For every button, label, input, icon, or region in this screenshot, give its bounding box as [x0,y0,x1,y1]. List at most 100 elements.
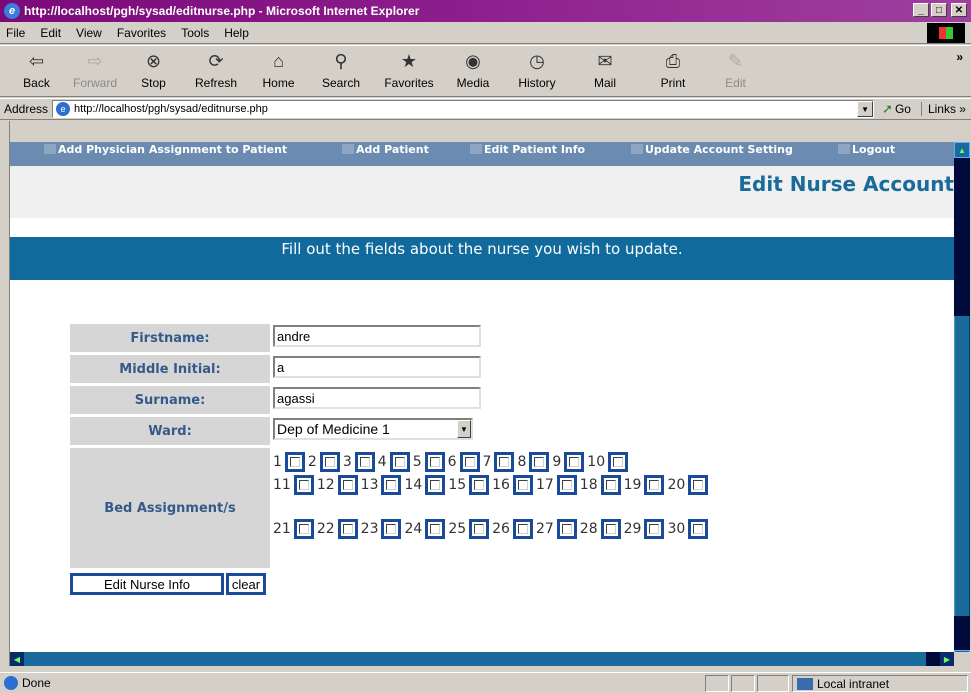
nav-edit-patient-info[interactable]: Edit Patient Info [470,142,585,156]
bed-number: 29 [623,521,642,537]
maximize-button[interactable]: □ [931,3,947,17]
nav-add-patient[interactable]: Add Patient [342,142,429,156]
menu-tools[interactable]: Tools [181,26,209,40]
media-button[interactable]: ◉ Media [443,46,503,96]
nav-add-physician-assignment[interactable]: Add Physician Assignment to Patient [44,142,287,156]
menu-view[interactable]: View [76,26,102,40]
bed-number: 6 [447,454,457,470]
home-label: Home [262,76,295,90]
bed-checkbox[interactable] [512,475,533,495]
status-panel [757,675,789,692]
bed-assignment-label: Bed Assignment/s [70,448,270,568]
edit-nurse-info-button[interactable]: Edit Nurse Info [70,573,224,595]
bed-checkbox[interactable] [556,475,577,495]
ward-dropdown-arrow-icon[interactable]: ▼ [457,420,471,438]
bed-checkbox[interactable] [688,519,709,539]
address-input[interactable]: e http://localhost/pgh/sysad/editnurse.p… [52,100,875,118]
vertical-scrollbar[interactable]: ▲ ▼ [954,142,970,666]
window-titlebar[interactable]: e http://localhost/pgh/sysad/editnurse.p… [0,0,971,22]
edit-label: Edit [725,76,746,90]
bed-checkbox[interactable] [337,519,358,539]
bed-checkbox[interactable] [600,475,621,495]
print-button[interactable]: ⎙ Print [639,46,707,96]
search-button[interactable]: ⚲ Search [307,46,375,96]
bed-number: 5 [412,454,422,470]
bed-checkbox[interactable] [556,519,577,539]
bed-number: 21 [273,521,291,537]
edit-button[interactable]: ✎ Edit [707,46,764,96]
bed-option: 23 [361,519,405,539]
bed-checkbox[interactable] [337,475,358,495]
menu-help[interactable]: Help [224,26,249,40]
links-button[interactable]: Links » [920,102,966,116]
bed-checkbox[interactable] [494,452,515,472]
bed-checkbox[interactable] [644,519,665,539]
bed-checkbox[interactable] [600,519,621,539]
page-viewport: Add Physician Assignment to Patient Add … [10,142,954,666]
bed-checkbox[interactable] [354,452,375,472]
local-intranet-icon [797,677,813,690]
scroll-left-icon[interactable]: ◀ [10,652,24,666]
close-button[interactable]: ✕ [951,3,967,17]
menu-edit[interactable]: Edit [40,26,61,40]
stop-icon: ⊗ [145,50,162,71]
minimize-button[interactable]: _ [913,3,929,17]
nav-update-account-setting[interactable]: Update Account Setting [631,142,793,156]
scroll-up-icon[interactable]: ▲ [954,142,970,158]
bed-checkbox[interactable] [293,475,314,495]
address-bar: Address e http://localhost/pgh/sysad/edi… [0,98,971,120]
status-bar: Done Local intranet [0,672,971,693]
back-button[interactable]: ⇦ Back [8,46,65,96]
surname-input[interactable]: agassi [273,387,481,409]
history-button[interactable]: ◷ History [503,46,571,96]
home-button[interactable]: ⌂ Home [250,46,307,96]
scroll-right-icon[interactable]: ▶ [940,652,954,666]
middle-initial-input[interactable]: a [273,356,481,378]
bed-checkbox[interactable] [644,475,665,495]
menu-file[interactable]: File [6,26,25,40]
address-url: http://localhost/pgh/sysad/editnurse.php [74,103,268,115]
nav-bullet-icon [838,144,850,154]
bed-checkbox[interactable] [608,452,629,472]
address-dropdown-button[interactable]: ▼ [857,101,874,117]
address-label: Address [4,102,49,116]
forward-button[interactable]: ⇨ Forward [65,46,125,96]
vertical-scroll-thumb[interactable] [954,316,970,616]
horizontal-scrollbar[interactable]: ◀ ▶ [10,652,954,666]
menu-favorites[interactable]: Favorites [117,26,166,40]
bed-checkbox[interactable] [389,452,410,472]
bed-checkbox[interactable] [469,519,490,539]
bed-checkbox[interactable] [284,452,305,472]
bed-checkbox[interactable] [424,452,445,472]
bed-number: 11 [273,477,291,493]
status-text: Done [22,676,51,690]
go-button[interactable]: ➚ Go [882,101,911,117]
bed-checkbox[interactable] [688,475,709,495]
firstname-input[interactable]: andre [273,325,481,347]
bed-checkbox[interactable] [381,475,402,495]
ward-select[interactable]: Dep of Medicine 1 ▼ [273,418,473,440]
bed-checkbox[interactable] [529,452,550,472]
clear-button[interactable]: clear [226,573,266,595]
bed-checkbox[interactable] [459,452,480,472]
bed-checkbox[interactable] [381,519,402,539]
refresh-button[interactable]: ⟳ Refresh [182,46,250,96]
bed-checkbox[interactable] [425,475,446,495]
ward-label: Ward: [70,417,270,445]
refresh-label: Refresh [194,76,238,90]
toolbar-more-button[interactable]: » [956,50,963,64]
bed-checkbox[interactable] [512,519,533,539]
bed-option: 28 [580,519,624,539]
bed-checkbox[interactable] [469,475,490,495]
nav-logout[interactable]: Logout [838,142,895,156]
bed-checkbox[interactable] [319,452,340,472]
bed-checkbox[interactable] [564,452,585,472]
bed-checkbox[interactable] [425,519,446,539]
horizontal-scroll-thumb[interactable] [926,652,940,666]
bed-option: 19 [624,475,668,495]
bed-option: 25 [448,519,492,539]
stop-button[interactable]: ⊗ Stop [125,46,182,96]
mail-button[interactable]: ✉ Mail [571,46,639,96]
favorites-button[interactable]: ★ Favorites [375,46,443,96]
bed-checkbox[interactable] [293,519,314,539]
